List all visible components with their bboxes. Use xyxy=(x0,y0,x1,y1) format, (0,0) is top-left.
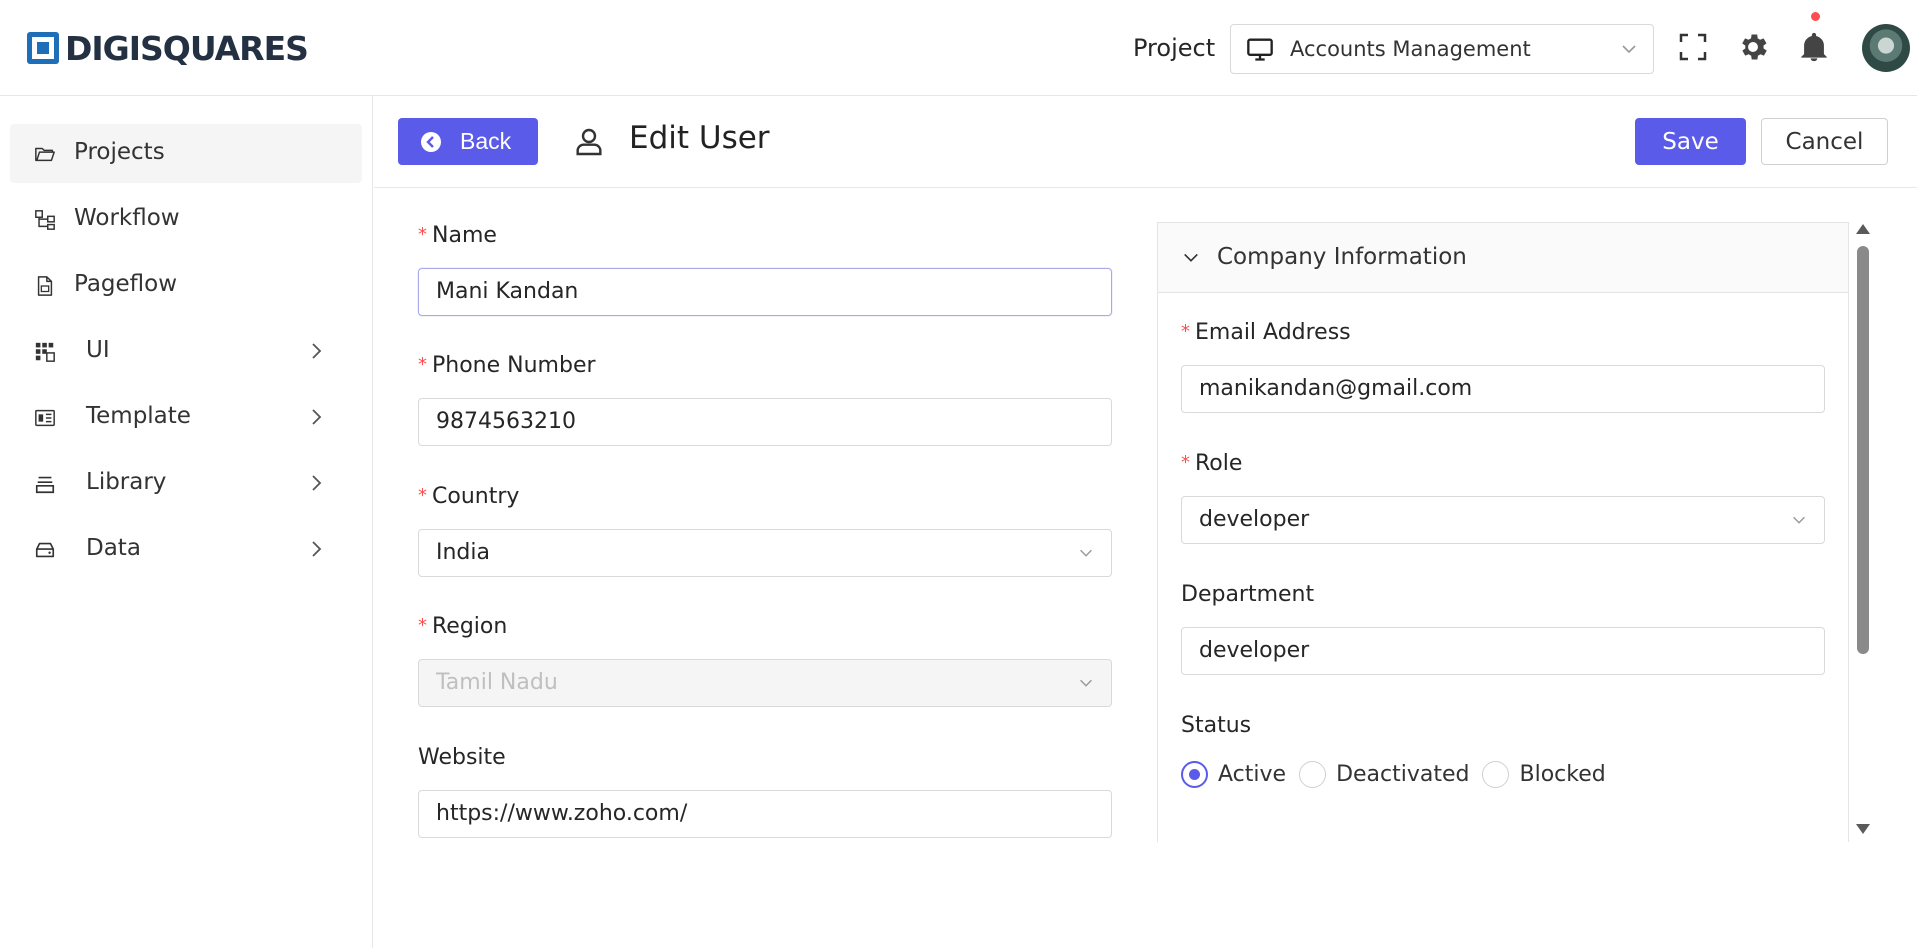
country-select[interactable]: India xyxy=(418,529,1112,577)
chevron-right-icon xyxy=(312,475,322,491)
country-label: * Country xyxy=(418,484,520,509)
monitor-icon xyxy=(1247,38,1273,61)
status-option-label: Blocked xyxy=(1519,762,1606,787)
sidebar-item-label: UI xyxy=(86,337,110,363)
website-label: Website xyxy=(418,745,506,770)
back-button-label: Back xyxy=(460,128,512,154)
required-marker: * xyxy=(418,485,427,506)
sidebar-item-data[interactable]: Data xyxy=(10,520,362,579)
country-select-value: India xyxy=(436,540,490,565)
company-info-panel: Company Information * Email Address manik… xyxy=(1157,222,1849,842)
region-select-value: Tamil Nadu xyxy=(436,670,558,695)
email-label: * Email Address xyxy=(1181,320,1351,345)
sidebar-item-projects[interactable]: Projects xyxy=(10,124,362,183)
sidebar-item-template[interactable]: Template xyxy=(10,388,362,447)
name-input[interactable]: Mani Kandan xyxy=(418,268,1112,316)
arrow-left-circle-icon xyxy=(421,131,441,152)
region-label: * Region xyxy=(418,614,508,639)
department-label: Department xyxy=(1181,582,1315,607)
template-icon xyxy=(35,409,55,427)
chevron-down-icon xyxy=(1622,45,1636,54)
folder-open-icon xyxy=(35,147,55,162)
logo-mark-icon xyxy=(27,32,59,64)
company-info-title: Company Information xyxy=(1217,244,1467,270)
sidebar-item-library[interactable]: Library xyxy=(10,454,362,513)
status-label: Status xyxy=(1181,713,1252,738)
sidebar-item-label: Data xyxy=(86,535,141,561)
grid-icon xyxy=(35,342,55,362)
role-select[interactable]: developer xyxy=(1181,496,1825,544)
status-radio-group: Active Deactivated Blocked xyxy=(1181,761,1619,788)
company-info-header[interactable]: Company Information xyxy=(1158,223,1848,293)
name-label: * Name xyxy=(418,223,497,248)
logo[interactable]: DIGISQUARES xyxy=(27,28,309,68)
required-marker: * xyxy=(418,615,427,636)
chevron-right-icon xyxy=(312,409,322,425)
file-icon xyxy=(37,276,53,296)
library-icon xyxy=(35,476,55,494)
sidebar-item-label: Projects xyxy=(74,139,165,165)
chevron-right-icon xyxy=(312,541,322,557)
back-button[interactable]: Back xyxy=(398,118,538,165)
chevron-down-icon xyxy=(1793,516,1805,524)
project-select[interactable]: Accounts Management xyxy=(1230,24,1654,74)
phone-label: * Phone Number xyxy=(418,353,596,378)
scrollbar-thumb[interactable] xyxy=(1857,246,1869,654)
notification-dot xyxy=(1811,12,1820,21)
required-marker: * xyxy=(418,224,427,245)
chevron-down-icon xyxy=(1080,679,1092,687)
cancel-button[interactable]: Cancel xyxy=(1761,118,1888,165)
email-input[interactable]: manikandan@gmail.com xyxy=(1181,365,1825,413)
logo-text: DIGISQUARES xyxy=(65,28,309,68)
drive-icon xyxy=(35,542,55,558)
sidebar: Projects Workflow Pageflow UI Template L… xyxy=(0,96,373,948)
chevron-down-icon xyxy=(1184,253,1198,262)
sidebar-item-label: Library xyxy=(86,469,167,495)
status-radio-blocked[interactable] xyxy=(1482,761,1510,788)
main-content: Back Edit User Save Cancel * Name Mani Ka… xyxy=(374,96,1917,948)
scroll-up-arrow-icon[interactable] xyxy=(1856,224,1870,234)
chevron-right-icon xyxy=(312,343,322,359)
website-input[interactable]: https://www.zoho.com/ xyxy=(418,790,1112,838)
status-radio-active[interactable] xyxy=(1181,761,1208,788)
department-input[interactable]: developer xyxy=(1181,627,1825,675)
page-title: Edit User xyxy=(629,120,770,156)
avatar[interactable] xyxy=(1862,24,1910,72)
page-toolbar: Back Edit User Save Cancel xyxy=(374,96,1917,188)
project-label: Project xyxy=(1133,34,1216,62)
project-select-value: Accounts Management xyxy=(1290,37,1531,61)
sidebar-item-ui[interactable]: UI xyxy=(10,322,362,381)
sidebar-item-label: Workflow xyxy=(74,205,180,231)
phone-input[interactable]: 9874563210 xyxy=(418,398,1112,446)
required-marker: * xyxy=(1181,452,1190,473)
status-radio-deactivated[interactable] xyxy=(1299,761,1327,788)
app-header: DIGISQUARES Project Accounts Management xyxy=(0,0,1917,96)
required-marker: * xyxy=(1181,321,1190,342)
status-option-label: Active xyxy=(1218,762,1287,787)
required-marker: * xyxy=(418,354,427,375)
workflow-icon xyxy=(35,210,55,230)
gear-icon[interactable] xyxy=(1736,30,1770,64)
region-select: Tamil Nadu xyxy=(418,659,1112,707)
scroll-down-arrow-icon[interactable] xyxy=(1856,824,1870,834)
fullscreen-icon[interactable] xyxy=(1676,30,1710,64)
chevron-down-icon xyxy=(1080,549,1092,557)
user-icon xyxy=(576,128,602,156)
save-button[interactable]: Save xyxy=(1635,118,1746,165)
sidebar-item-label: Template xyxy=(86,403,191,429)
panel-scrollbar[interactable] xyxy=(1852,222,1874,836)
role-label: * Role xyxy=(1181,451,1243,476)
sidebar-item-workflow[interactable]: Workflow xyxy=(10,190,362,249)
bell-icon[interactable] xyxy=(1797,30,1831,64)
role-select-value: developer xyxy=(1199,507,1310,532)
sidebar-item-pageflow[interactable]: Pageflow xyxy=(10,256,362,315)
sidebar-item-label: Pageflow xyxy=(74,271,178,297)
status-option-label: Deactivated xyxy=(1336,762,1470,787)
